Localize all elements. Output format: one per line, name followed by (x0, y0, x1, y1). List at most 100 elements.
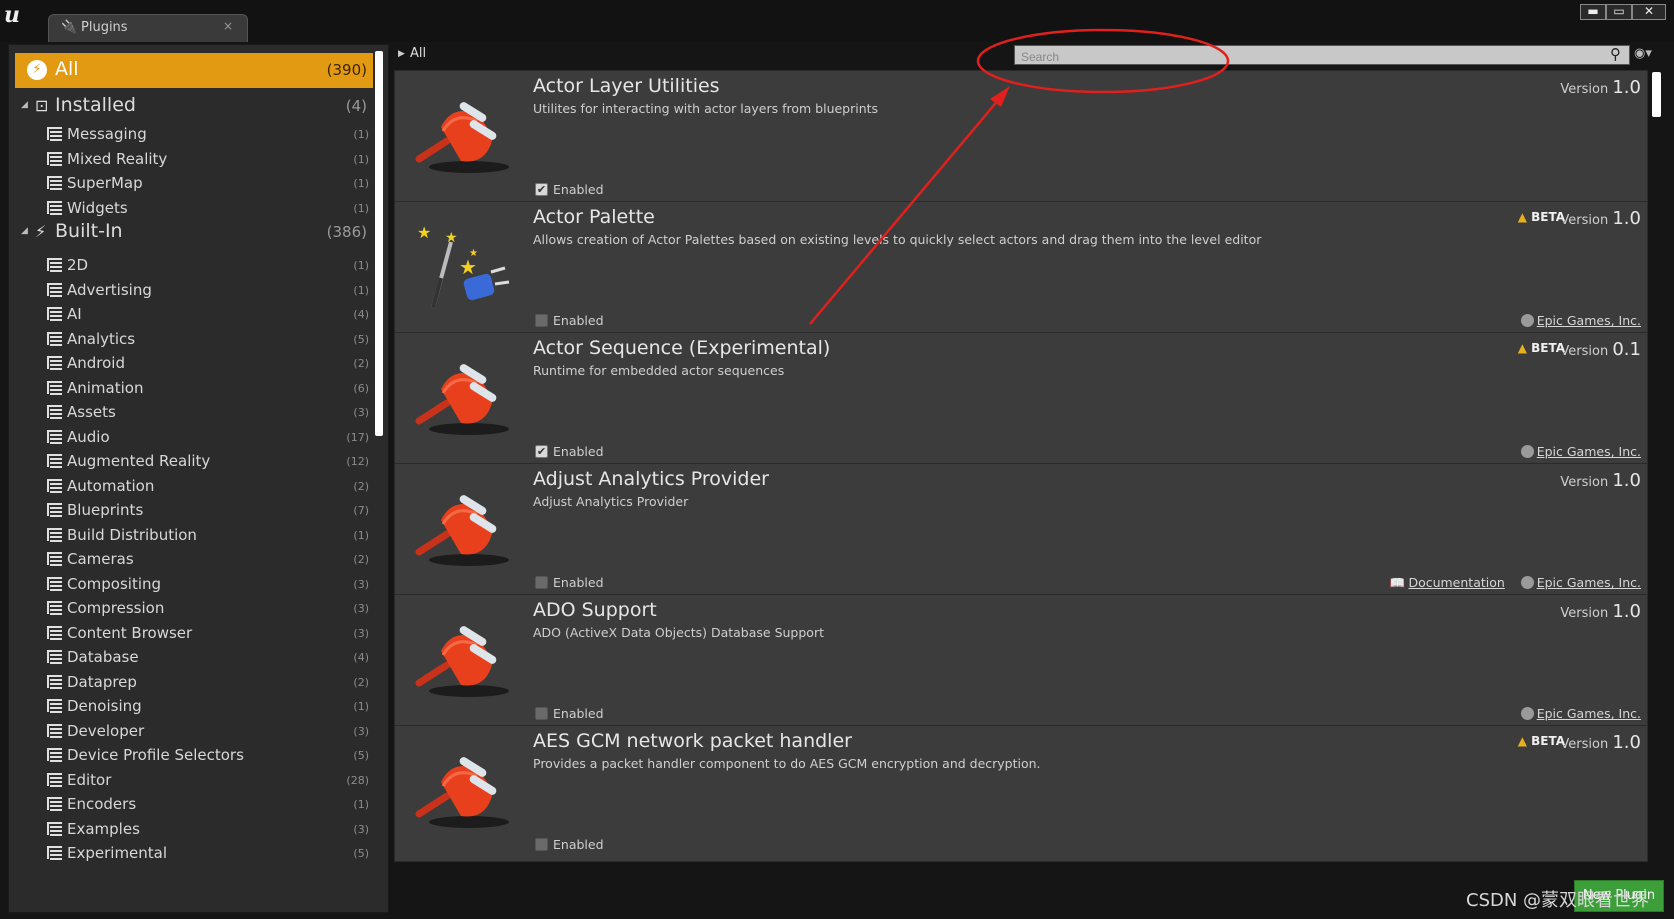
list-tree-icon (47, 527, 62, 542)
plugin-card[interactable]: AES GCM network packet handler Provides a… (394, 725, 1648, 862)
category-item[interactable]: Augmented Reality (12) (39, 449, 373, 475)
maximize-button[interactable]: ▭ (1606, 4, 1632, 20)
plugin-card[interactable]: Actor Sequence (Experimental) Runtime for… (394, 332, 1648, 469)
category-item[interactable]: Messaging (1) (39, 122, 373, 148)
category-item[interactable]: Content Browser (3) (39, 621, 373, 647)
enabled-checkbox[interactable]: ✔ (535, 314, 548, 327)
category-item-count: (3) (353, 626, 369, 640)
category-item-label: Augmented Reality (67, 452, 211, 470)
search-icon[interactable]: ⚲ (1610, 45, 1621, 63)
beta-label: BETA (1531, 341, 1565, 355)
list-tree-icon (47, 503, 62, 517)
title-bar[interactable]: u 🔌 Plugins × ▬ ▭ ✕ (0, 0, 1674, 42)
category-item[interactable]: Compositing (3) (39, 572, 373, 598)
plug-icon (409, 343, 515, 449)
plugin-title: Actor Sequence (Experimental) (533, 337, 831, 359)
category-installed-label: Installed (55, 94, 136, 116)
category-item[interactable]: Editor (28) (39, 768, 373, 794)
list-tree-icon (47, 356, 62, 370)
category-item[interactable]: Blueprints (7) (39, 498, 373, 524)
category-item[interactable]: SuperMap (1) (39, 171, 373, 197)
plugin-list-scrollbar[interactable] (1652, 72, 1661, 117)
list-tree-icon (47, 282, 62, 297)
enabled-checkbox[interactable]: ✔ (535, 183, 548, 196)
plugin-links: 📖 Documentation Epic Games, Inc. (1390, 575, 1641, 591)
plugin-card[interactable]: Actor Layer Utilities Utilites for intera… (394, 70, 1648, 207)
category-item[interactable]: 2D (1) (39, 253, 373, 279)
installed-icon: ⊡ (35, 96, 49, 115)
category-item[interactable]: Build Distribution (1) (39, 523, 373, 549)
category-item[interactable]: Animation (6) (39, 376, 373, 402)
author-link[interactable]: Epic Games, Inc. (1537, 444, 1641, 459)
category-scrollbar[interactable] (375, 51, 383, 436)
plugin-version: Version 1.0 (1560, 732, 1641, 753)
category-builtin[interactable]: ◢ ⚡ Built-In (386) (15, 217, 373, 247)
minimize-button[interactable]: ▬ (1580, 4, 1606, 20)
category-item[interactable]: Device Profile Selectors (5) (39, 743, 373, 769)
category-item-count: (1) (353, 259, 369, 272)
category-item-label: Mixed Reality (67, 149, 168, 168)
unreal-logo-icon: u (4, 2, 20, 28)
author-link[interactable]: Epic Games, Inc. (1537, 313, 1641, 328)
globe-icon (1520, 576, 1534, 589)
category-item[interactable]: Developer (3) (39, 719, 373, 745)
category-item[interactable]: Compression (3) (39, 596, 373, 622)
plugin-list: Actor Layer Utilities Utilites for intera… (394, 70, 1650, 878)
category-item[interactable]: Analytics (5) (39, 327, 373, 353)
search-input[interactable] (1015, 48, 1629, 66)
enabled-checkbox[interactable]: ✔ (535, 445, 548, 458)
view-options-eye-icon[interactable]: ◉▾ (1634, 46, 1652, 61)
category-item[interactable]: Cameras (2) (39, 547, 373, 573)
plug-icon (409, 736, 515, 842)
list-tree-icon (47, 748, 62, 762)
close-icon[interactable]: × (223, 19, 233, 33)
category-all[interactable]: ⚡ All (390) (15, 53, 373, 88)
globe-icon (1520, 314, 1534, 327)
list-tree-icon (47, 200, 62, 215)
category-item[interactable]: Dataprep (2) (39, 670, 373, 696)
list-tree-icon (47, 429, 62, 444)
breadcrumb-arrow-icon[interactable]: ▶ (398, 49, 405, 59)
enabled-checkbox[interactable]: ✔ (535, 576, 548, 589)
category-item[interactable]: Encoders (1) (39, 792, 373, 818)
author-link[interactable]: Epic Games, Inc. (1537, 575, 1641, 590)
plugin-description: Provides a packet handler component to d… (533, 756, 1041, 771)
version-number: 0.1 (1612, 339, 1641, 360)
breadcrumb[interactable]: All (410, 46, 426, 61)
category-item[interactable]: Audio (17) (39, 425, 373, 451)
plugin-card[interactable]: ★ ★ ★ ★ Actor Palette Allows creation of Acto… (394, 201, 1648, 338)
category-item-count: (17) (346, 430, 369, 444)
category-installed[interactable]: ◢ ⊡ Installed (4) (15, 91, 373, 121)
list-tree-icon (47, 723, 62, 738)
close-button[interactable]: ✕ (1632, 4, 1666, 20)
documentation-link[interactable]: Documentation (1408, 575, 1504, 590)
list-tree-icon (47, 650, 62, 664)
category-panel: ⚡ All (390) ◢ ⊡ Installed (4) Messaging (… (8, 44, 389, 913)
category-item[interactable]: Examples (3) (39, 817, 373, 843)
plugin-title: Adjust Analytics Provider (533, 468, 769, 490)
enabled-label: Enabled (553, 182, 604, 197)
search-box[interactable] (1014, 45, 1630, 66)
category-item[interactable]: AI (4) (39, 302, 373, 328)
category-item[interactable]: Denoising (1) (39, 694, 373, 720)
category-item-count: (4) (353, 651, 369, 664)
category-item[interactable]: Android (2) (39, 351, 373, 377)
collapse-arrow-icon[interactable]: ◢ (21, 226, 28, 236)
plugin-description: ADO (ActiveX Data Objects) Database Supp… (533, 625, 824, 640)
enabled-checkbox[interactable]: ✔ (535, 838, 548, 851)
enabled-checkbox[interactable]: ✔ (535, 707, 548, 720)
tab-plugins[interactable]: 🔌 Plugins × (48, 14, 248, 42)
category-item[interactable]: Automation (2) (39, 474, 373, 500)
collapse-arrow-icon[interactable]: ◢ (21, 100, 28, 110)
list-tree-icon (47, 258, 62, 272)
plugin-card[interactable]: Adjust Analytics Provider Adjust Analytic… (394, 463, 1648, 600)
plugin-card[interactable]: ADO Support ADO (ActiveX Data Objects) Da… (394, 594, 1648, 731)
category-item[interactable]: Mixed Reality (1) (39, 147, 373, 173)
list-tree-icon (47, 674, 62, 689)
category-item[interactable]: Assets (3) (39, 400, 373, 426)
category-item[interactable]: Experimental (5) (39, 841, 373, 867)
category-item-count: (4) (353, 308, 369, 321)
category-item[interactable]: Database (4) (39, 645, 373, 671)
category-item[interactable]: Advertising (1) (39, 278, 373, 304)
author-link[interactable]: Epic Games, Inc. (1537, 706, 1641, 721)
